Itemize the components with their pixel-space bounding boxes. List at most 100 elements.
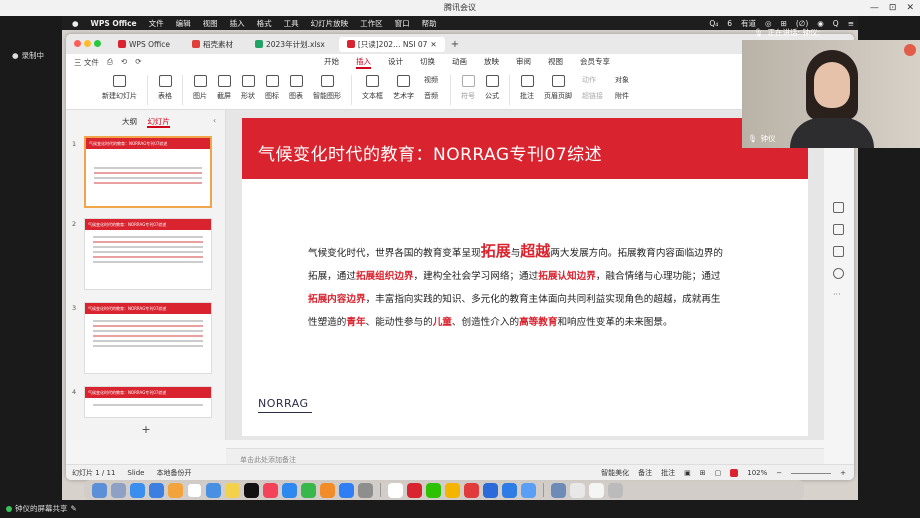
tab-wps-home[interactable]: WPS Office xyxy=(110,37,178,52)
photos-icon[interactable] xyxy=(168,482,183,498)
object-button[interactable]: 对象 xyxy=(615,75,629,85)
menubar-slideshow[interactable]: 幻灯片放映 xyxy=(311,18,349,29)
menubar-help[interactable]: 帮助 xyxy=(422,18,437,29)
keynote-icon[interactable] xyxy=(282,482,297,498)
tab-slides[interactable]: 幻灯片 xyxy=(147,117,170,128)
tab-insert[interactable]: 插入 xyxy=(356,56,371,69)
textbox-button[interactable]: 文本框 xyxy=(362,75,383,101)
downloads-folder-icon[interactable] xyxy=(551,482,566,498)
copy-icon[interactable] xyxy=(833,224,844,235)
tab-outline[interactable]: 大纲 xyxy=(122,117,137,126)
numbers-icon[interactable] xyxy=(301,482,316,498)
star-icon[interactable] xyxy=(833,202,844,213)
zoom-slider[interactable] xyxy=(791,472,832,474)
table-button[interactable]: 表格 xyxy=(158,75,172,101)
tab-transition[interactable]: 切换 xyxy=(420,56,435,69)
tab-review[interactable]: 审阅 xyxy=(516,56,531,69)
picture-button[interactable]: 图片 xyxy=(193,75,207,101)
new-slide-button[interactable]: 新建幻灯片 xyxy=(102,75,137,101)
wordart-button[interactable]: 艺术字 xyxy=(393,75,414,101)
slide-thumbnail[interactable]: 气候变化时代的教育：NORRAG专刊07综述 xyxy=(84,136,212,208)
audio-button[interactable]: 音频 xyxy=(424,91,438,101)
hyperlink-button[interactable]: 超链接 xyxy=(582,91,603,101)
comments-toggle[interactable]: 批注 xyxy=(661,468,675,478)
meeting-app-icon[interactable] xyxy=(483,482,498,498)
minimize-button[interactable]: — xyxy=(870,3,879,13)
participant-video[interactable]: 🎙 钟仪 xyxy=(742,40,920,148)
settings-icon[interactable] xyxy=(833,246,844,257)
edit-icon[interactable]: ✎ xyxy=(71,504,77,513)
theme-name[interactable]: Slide xyxy=(127,469,144,477)
action-button[interactable]: 动作 xyxy=(582,75,603,85)
shape-button[interactable]: 形状 xyxy=(241,75,255,101)
tab-docer[interactable]: 稻壳素材 xyxy=(184,37,241,52)
redo-icon[interactable]: ⟳ xyxy=(135,57,141,68)
comment-button[interactable]: 批注 xyxy=(520,75,534,101)
menubar-window[interactable]: 窗口 xyxy=(395,18,410,29)
finder-icon[interactable] xyxy=(92,482,107,498)
recording-indicator[interactable]: ● 录制中 xyxy=(12,50,44,61)
status-item[interactable]: Q xyxy=(833,19,839,28)
tab-design[interactable]: 设计 xyxy=(388,56,403,69)
slide-thumbnail[interactable]: 气候变化时代的教育：NORRAG专刊07综述 xyxy=(84,218,212,290)
file-stack-icon[interactable] xyxy=(589,482,604,498)
icon-button[interactable]: 图标 xyxy=(265,75,279,101)
menubar-app-name[interactable]: WPS Office xyxy=(91,19,137,28)
menubar-file[interactable]: 文件 xyxy=(149,18,164,29)
attachment-button[interactable]: 附件 xyxy=(615,91,629,101)
more-icon[interactable]: ··· xyxy=(833,290,841,299)
wps-dock-icon[interactable] xyxy=(407,482,422,498)
maximize-button[interactable]: ⊡ xyxy=(889,3,897,13)
tab-slideshow[interactable]: 放映 xyxy=(484,56,499,69)
undo-icon[interactable]: ⟲ xyxy=(121,57,127,68)
menubar-format[interactable]: 格式 xyxy=(257,18,272,29)
chart-button[interactable]: 图表 xyxy=(289,75,303,101)
menubar-insert[interactable]: 插入 xyxy=(230,18,245,29)
mail-icon[interactable] xyxy=(149,482,164,498)
status-item[interactable]: ≡ xyxy=(848,19,854,28)
launchpad-icon[interactable] xyxy=(111,482,126,498)
tab-view[interactable]: 视图 xyxy=(548,56,563,69)
zoom-level[interactable]: 102% xyxy=(747,469,767,477)
new-tab-button[interactable]: + xyxy=(451,39,459,50)
notes-app-icon[interactable] xyxy=(225,482,240,498)
safari-icon[interactable] xyxy=(130,482,145,498)
zoom-out-icon[interactable]: − xyxy=(776,469,782,477)
collapse-icon[interactable]: ‹ xyxy=(213,116,216,125)
history-icon[interactable] xyxy=(833,268,844,279)
smartart-button[interactable]: 智能图形 xyxy=(313,75,341,101)
menubar-workspace[interactable]: 工作区 xyxy=(360,18,383,29)
video-button[interactable]: 视频 xyxy=(424,75,438,85)
symbol-button[interactable]: 符号 xyxy=(461,75,475,101)
file-menu[interactable]: 三 文件 xyxy=(74,57,99,68)
apple-icon[interactable]: ● xyxy=(72,19,79,28)
tv-icon[interactable] xyxy=(244,482,259,498)
tab-home[interactable]: 开始 xyxy=(324,56,339,69)
reminders-icon[interactable] xyxy=(206,482,221,498)
youdao-icon[interactable] xyxy=(464,482,479,498)
sorter-view-icon[interactable]: ⊞ xyxy=(700,469,706,477)
calendar-icon[interactable] xyxy=(187,482,202,498)
zoom-dot-icon[interactable] xyxy=(94,39,101,47)
play-slideshow-icon[interactable] xyxy=(730,469,739,477)
beautify-button[interactable]: 智能美化 xyxy=(601,468,629,478)
header-footer-button[interactable]: 页眉页脚 xyxy=(544,75,572,101)
tab-spreadsheet[interactable]: 2023年计划.xlsx xyxy=(247,37,333,52)
chrome-icon[interactable] xyxy=(445,482,460,498)
slide-title[interactable]: 气候变化时代的教育：NORRAG专刊07综述 xyxy=(258,140,602,165)
zoom-in-icon[interactable]: + xyxy=(840,469,846,477)
notes-toggle[interactable]: 备注 xyxy=(638,468,652,478)
screenshot-button[interactable]: 截屏 xyxy=(217,75,231,101)
tab-animation[interactable]: 动画 xyxy=(452,56,467,69)
menubar-view[interactable]: 视图 xyxy=(203,18,218,29)
close-dot-icon[interactable] xyxy=(74,39,81,47)
system-settings-icon[interactable] xyxy=(358,482,373,498)
slide-thumbnail[interactable]: 气候变化时代的教育：NORRAG专刊07综述 xyxy=(84,386,212,418)
current-slide[interactable]: 气候变化时代的教育：NORRAG专刊07综述 气候变化时代，世界各国的教育变革呈… xyxy=(242,118,808,436)
music-icon[interactable] xyxy=(263,482,278,498)
tab-member[interactable]: 会员专享 xyxy=(580,56,610,69)
wechat-icon[interactable] xyxy=(426,482,441,498)
menubar-tools[interactable]: 工具 xyxy=(284,18,299,29)
trash-icon[interactable] xyxy=(608,482,623,498)
menubar-edit[interactable]: 编辑 xyxy=(176,18,191,29)
